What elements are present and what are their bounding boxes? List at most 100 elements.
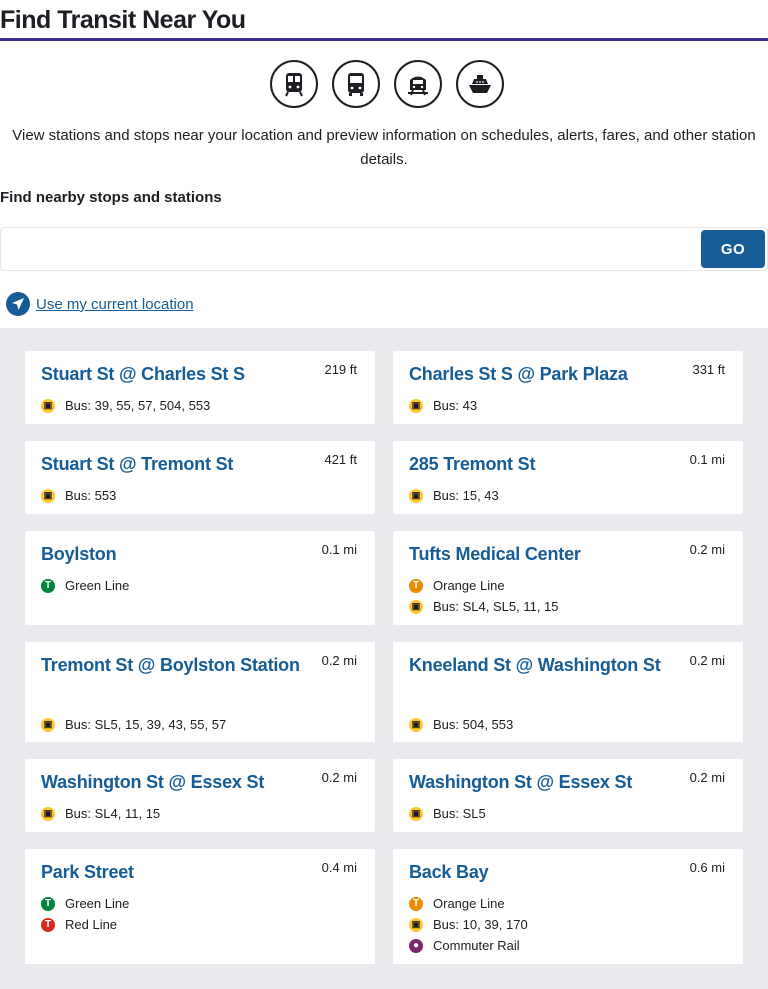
commuter-rail-icon[interactable]	[394, 60, 442, 108]
route-label: Bus: 39, 55, 57, 504, 553	[65, 398, 211, 413]
location-arrow-icon	[6, 292, 30, 316]
route-label: Bus: 553	[65, 488, 117, 503]
stop-card[interactable]: Washington St @ Essex St 0.2 mi ▣ Bus: SL4,…	[25, 759, 375, 832]
stop-name-link[interactable]: Tremont St @ Boylston Station	[41, 652, 301, 679]
bus-icon: ▣	[409, 806, 423, 821]
route-label: Bus: 504, 553	[433, 717, 514, 732]
route-label: Bus: 15, 43	[433, 488, 499, 503]
bus-icon: ▣	[41, 717, 55, 732]
route-label: Bus: 10, 39, 170	[433, 917, 528, 932]
route-list: ▣ Bus: 553	[41, 485, 116, 506]
stop-card[interactable]: Tufts Medical Center 0.2 mi T Orange Line ▣ B…	[393, 531, 743, 625]
subway-t-icon: T	[41, 578, 55, 593]
stop-card[interactable]: 285 Tremont St 0.1 mi ▣ Bus: 15, 43	[393, 441, 743, 514]
stop-card[interactable]: Back Bay 0.6 mi T Orange Line ▣ Bus: 10, 39, …	[393, 849, 743, 964]
stop-card[interactable]: Stuart St @ Tremont St 421 ft ▣ Bus: 553	[25, 441, 375, 514]
use-location-link[interactable]: Use my current location	[6, 292, 194, 316]
stop-card[interactable]: Tremont St @ Boylston Station 0.2 mi ▣ Bus:…	[25, 642, 375, 742]
stop-distance: 219 ft	[324, 362, 357, 377]
stop-distance: 0.6 mi	[689, 860, 725, 875]
route-label: Commuter Rail	[433, 938, 520, 953]
route-list: T Orange Line ▣ Bus: SL4, SL5, 11, 15	[409, 575, 559, 617]
route-item: ▣ Bus: 504, 553	[409, 714, 513, 735]
stop-card[interactable]: Charles St S @ Park Plaza 331 ft ▣ Bus: 43	[393, 351, 743, 424]
route-list: T Green Line	[41, 575, 129, 596]
stop-name-link[interactable]: Charles St S @ Park Plaza	[409, 361, 669, 388]
bus-icon[interactable]	[332, 60, 380, 108]
route-label: Green Line	[65, 896, 130, 911]
search-box	[0, 227, 768, 271]
route-label: Bus: SL4, SL5, 11, 15	[433, 599, 559, 614]
route-label: Bus: SL5	[433, 806, 486, 821]
route-item: T Red Line	[41, 914, 129, 935]
route-item: T Orange Line	[409, 893, 528, 914]
stop-card[interactable]: Washington St @ Essex St 0.2 mi ▣ Bus: SL5	[393, 759, 743, 832]
stop-name-link[interactable]: Stuart St @ Tremont St	[41, 451, 301, 478]
route-item: ▣ Bus: 553	[41, 485, 116, 506]
use-location-label[interactable]: Use my current location	[36, 296, 194, 313]
route-label: Bus: SL5, 15, 39, 43, 55, 57	[65, 717, 227, 732]
route-label: Orange Line	[433, 578, 505, 593]
route-list: ▣ Bus: 504, 553	[409, 714, 513, 735]
bus-icon: ▣	[41, 488, 55, 503]
route-item: T Green Line	[41, 893, 129, 914]
route-item: ● Commuter Rail	[409, 935, 528, 956]
stop-name-link[interactable]: Park Street	[41, 859, 301, 886]
stop-distance: 0.4 mi	[321, 860, 357, 875]
subway-t-icon: T	[409, 896, 423, 911]
stop-card[interactable]: Kneeland St @ Washington St 0.2 mi ▣ Bus: 5…	[393, 642, 743, 742]
stop-distance: 0.1 mi	[321, 542, 357, 557]
stop-distance: 0.2 mi	[689, 542, 725, 557]
stop-distance: 0.2 mi	[321, 653, 357, 668]
route-label: Bus: 43	[433, 398, 478, 413]
route-list: ▣ Bus: 39, 55, 57, 504, 553	[41, 395, 210, 416]
route-label: Green Line	[65, 578, 130, 593]
route-item: ▣ Bus: SL5, 15, 39, 43, 55, 57	[41, 714, 226, 735]
route-item: ▣ Bus: 39, 55, 57, 504, 553	[41, 395, 210, 416]
intro-text: View stations and stops near your locati…	[12, 127, 756, 168]
stop-distance: 0.2 mi	[689, 770, 725, 785]
commuter-rail-icon: ●	[409, 938, 423, 953]
subway-t-icon: T	[41, 896, 55, 911]
route-item: ▣ Bus: 43	[409, 395, 477, 416]
route-item: ▣ Bus: SL5	[409, 803, 486, 824]
route-item: ▣ Bus: SL4, 11, 15	[41, 803, 160, 824]
route-list: ▣ Bus: SL5, 15, 39, 43, 55, 57	[41, 714, 226, 735]
bus-icon: ▣	[409, 398, 423, 413]
stop-distance: 421 ft	[324, 452, 357, 467]
bus-icon: ▣	[41, 398, 55, 413]
stop-card[interactable]: Boylston 0.1 mi T Green Line	[25, 531, 375, 625]
results-panel: Stuart St @ Charles St S 219 ft ▣ Bus: 39, …	[0, 328, 768, 989]
route-list: T Green Line T Red Line	[41, 893, 129, 935]
stop-name-link[interactable]: Washington St @ Essex St	[409, 769, 669, 796]
search-input[interactable]	[3, 230, 697, 268]
stop-distance: 0.2 mi	[689, 653, 725, 668]
route-item: ▣ Bus: SL4, SL5, 11, 15	[409, 596, 559, 617]
bus-icon: ▣	[409, 717, 423, 732]
subway-icon[interactable]	[270, 60, 318, 108]
bus-icon: ▣	[409, 917, 423, 932]
page-title: Find Transit Near You	[0, 6, 246, 34]
route-list: ▣ Bus: 43	[409, 395, 477, 416]
route-item: T Green Line	[41, 575, 129, 596]
stop-card[interactable]: Stuart St @ Charles St S 219 ft ▣ Bus: 39, …	[25, 351, 375, 424]
go-button[interactable]: GO	[701, 230, 765, 268]
stop-name-link[interactable]: Back Bay	[409, 859, 669, 886]
route-item: ▣ Bus: 15, 43	[409, 485, 499, 506]
bus-icon: ▣	[409, 488, 423, 503]
stop-name-link[interactable]: Stuart St @ Charles St S	[41, 361, 301, 388]
stop-name-link[interactable]: Boylston	[41, 541, 301, 568]
stop-name-link[interactable]: Tufts Medical Center	[409, 541, 669, 568]
ferry-icon[interactable]	[456, 60, 504, 108]
route-label: Red Line	[65, 917, 118, 932]
route-list: ▣ Bus: SL5	[409, 803, 486, 824]
transit-mode-icons	[270, 60, 504, 108]
route-item: T Orange Line	[409, 575, 559, 596]
stop-distance: 0.1 mi	[689, 452, 725, 467]
stop-name-link[interactable]: Kneeland St @ Washington St	[409, 652, 669, 679]
stop-name-link[interactable]: 285 Tremont St	[409, 451, 669, 478]
stop-card[interactable]: Park Street 0.4 mi T Green Line T Red Line	[25, 849, 375, 964]
route-list: T Orange Line ▣ Bus: 10, 39, 170 ● Commuter R…	[409, 893, 528, 956]
title-divider	[0, 38, 768, 41]
stop-name-link[interactable]: Washington St @ Essex St	[41, 769, 301, 796]
